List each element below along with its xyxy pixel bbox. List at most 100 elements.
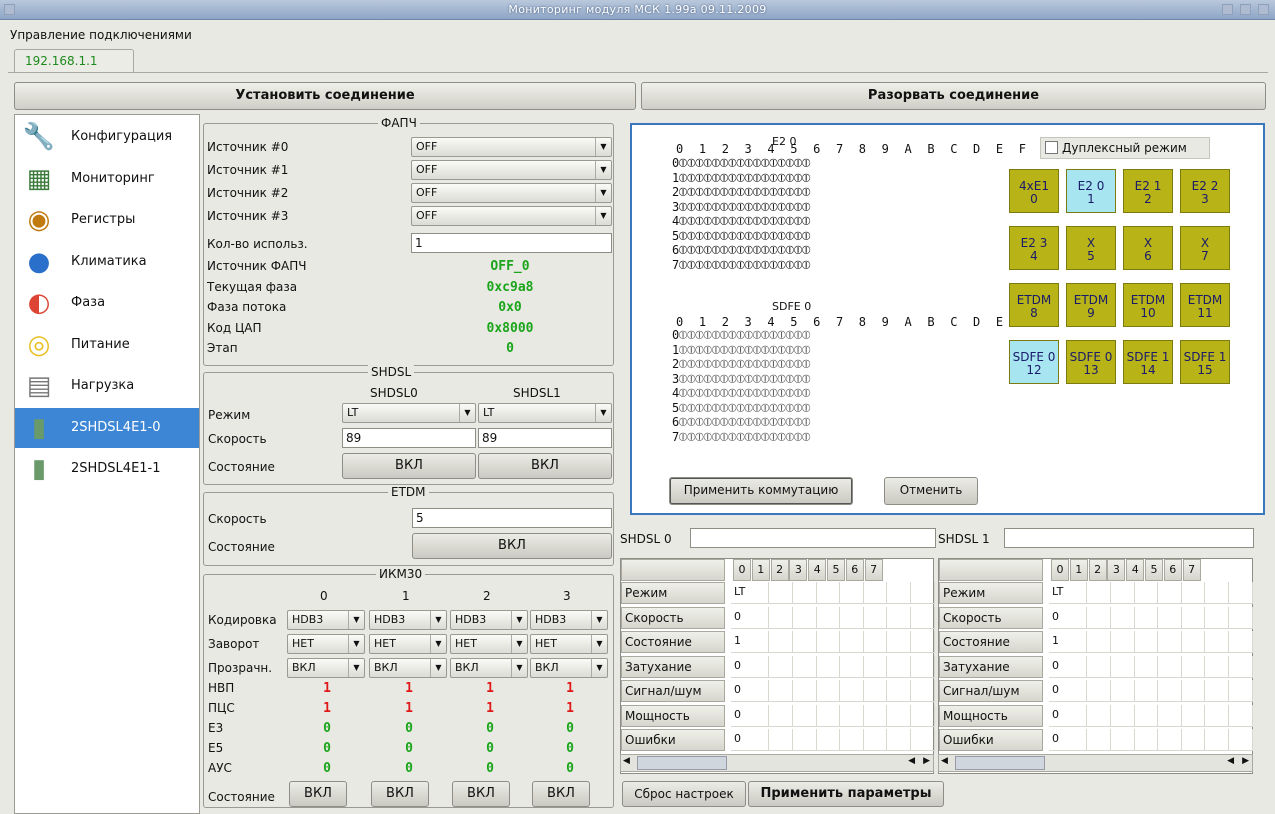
port-cell[interactable]: E2 12 [1123, 169, 1173, 213]
port-cell[interactable]: SDFE 0 12 [1009, 340, 1059, 384]
table-cell[interactable] [1087, 680, 1111, 702]
switch-dots[interactable]: ⦶⦶⦶⦶⦶⦶⦶⦶⦶⦶⦶⦶⦶⦶⦶⦶ [679, 200, 811, 214]
e20-matrix-row[interactable]: 0⦶⦶⦶⦶⦶⦶⦶⦶⦶⦶⦶⦶⦶⦶⦶⦶ [672, 156, 811, 171]
table-cell[interactable] [1087, 631, 1111, 653]
table-cell[interactable] [1228, 704, 1253, 727]
port-cell[interactable]: X6 [1123, 226, 1173, 270]
table-cell[interactable] [769, 606, 793, 629]
shdsl1-speed-input[interactable]: 89 [478, 428, 612, 448]
port-cell[interactable]: ETDM 11 [1180, 283, 1230, 327]
table-cell[interactable] [863, 655, 888, 678]
pll-source-select[interactable]: OFF ▼ [411, 160, 612, 180]
switch-dots[interactable]: ⦶⦶⦶⦶⦶⦶⦶⦶⦶⦶⦶⦶⦶⦶⦶⦶ [679, 372, 811, 386]
table-cell[interactable] [792, 704, 817, 727]
horizontal-scrollbar[interactable]: ◀ ◀ ▶ [938, 754, 1253, 772]
table-cell[interactable] [816, 606, 841, 629]
reset-settings-button[interactable]: Сброс настроек [622, 781, 746, 807]
table-cell[interactable] [1134, 631, 1159, 653]
port-cell[interactable]: ETDM 8 [1009, 283, 1059, 327]
table-cell[interactable] [887, 582, 911, 604]
table-cell[interactable] [839, 631, 864, 653]
switch-dots[interactable]: ⦶⦶⦶⦶⦶⦶⦶⦶⦶⦶⦶⦶⦶⦶⦶⦶ [679, 386, 811, 400]
shdsl0-speed-input[interactable]: 89 [342, 428, 476, 448]
shdsl-table-filter-input[interactable] [1004, 528, 1254, 548]
ikm-coding-select[interactable]: HDB3 ▼ [369, 610, 447, 630]
disconnect-button[interactable]: Разорвать соединение [641, 82, 1266, 110]
table-cell[interactable] [910, 704, 935, 727]
port-cell[interactable]: SDFE 1 14 [1123, 340, 1173, 384]
table-cell[interactable] [839, 704, 864, 727]
pll-source-select[interactable]: OFF ▼ [411, 137, 612, 157]
table-cell[interactable] [1205, 606, 1229, 629]
close-icon[interactable] [1258, 4, 1269, 15]
scroll-left-icon[interactable]: ◀ [623, 756, 630, 766]
switch-dots[interactable]: ⦶⦶⦶⦶⦶⦶⦶⦶⦶⦶⦶⦶⦶⦶⦶⦶ [679, 243, 811, 257]
table-cell[interactable] [769, 631, 793, 653]
shdsl1-state-button[interactable]: ВКЛ [478, 453, 612, 479]
ikm-state-button[interactable]: ВКЛ [532, 781, 590, 807]
sidebar-item-регистры[interactable]: ◉ Регистры [15, 200, 199, 240]
table-cell[interactable] [1228, 680, 1253, 702]
table-cell[interactable] [769, 704, 793, 727]
row-header[interactable]: Затухание [621, 655, 725, 678]
maximize-icon[interactable] [1240, 4, 1251, 15]
duplex-checkbox[interactable]: Дуплексный режим [1040, 137, 1210, 159]
cancel-switching-button[interactable]: Отменить [884, 477, 978, 505]
table-cell[interactable] [1134, 606, 1159, 629]
ikm-loop-select[interactable]: НЕТ ▼ [450, 634, 528, 654]
ikm-state-button[interactable]: ВКЛ [452, 781, 510, 807]
horizontal-scrollbar[interactable]: ◀ ◀ ▶ [620, 754, 934, 772]
etdm-speed-input[interactable]: 5 [412, 508, 612, 528]
ikm-coding-select[interactable]: HDB3 ▼ [530, 610, 608, 630]
table-cell[interactable] [1157, 680, 1182, 702]
sdfe-matrix-row[interactable]: 7⦶⦶⦶⦶⦶⦶⦶⦶⦶⦶⦶⦶⦶⦶⦶⦶ [672, 430, 811, 445]
sidebar-item-2shdsl4e1-0[interactable]: ▮ 2SHDSL4E1-0 [15, 407, 199, 448]
table-cell[interactable] [1205, 729, 1229, 751]
column-header[interactable]: 3 [1107, 559, 1126, 581]
row-header[interactable]: Ошибки [621, 729, 725, 751]
e20-matrix-row[interactable]: 3⦶⦶⦶⦶⦶⦶⦶⦶⦶⦶⦶⦶⦶⦶⦶⦶ [672, 200, 811, 215]
table-cell[interactable] [887, 680, 911, 702]
port-cell[interactable]: ETDM 10 [1123, 283, 1173, 327]
ikm-transp-select[interactable]: ВКЛ ▼ [530, 658, 608, 678]
etdm-state-button[interactable]: ВКЛ [412, 533, 612, 559]
row-header[interactable]: Состояние [939, 631, 1043, 653]
ikm-transp-select[interactable]: ВКЛ ▼ [287, 658, 365, 678]
table-cell[interactable] [1157, 582, 1182, 604]
pll-source-select[interactable]: OFF ▼ [411, 183, 612, 203]
table-cell[interactable] [839, 606, 864, 629]
table-cell[interactable] [887, 704, 911, 727]
sidebar-item-конфигурация[interactable]: 🔧 Конфигурация [15, 117, 199, 157]
table-cell[interactable] [1205, 655, 1229, 678]
table-cell[interactable] [1110, 729, 1135, 751]
row-header[interactable]: Ошибки [939, 729, 1043, 751]
port-cell[interactable]: E2 34 [1009, 226, 1059, 270]
table-cell[interactable] [1181, 606, 1206, 629]
table-cell[interactable]: 0 [1049, 704, 1087, 727]
table-cell[interactable] [1181, 631, 1206, 653]
shdsl0-mode-select[interactable]: LT ▼ [342, 403, 476, 423]
table-cell[interactable] [863, 606, 888, 629]
port-cell[interactable]: SDFE 1 15 [1180, 340, 1230, 384]
sdfe-matrix-row[interactable]: 1⦶⦶⦶⦶⦶⦶⦶⦶⦶⦶⦶⦶⦶⦶⦶⦶ [672, 343, 811, 358]
table-cell[interactable] [792, 606, 817, 629]
table-cell[interactable] [1110, 704, 1135, 727]
table-cell[interactable] [1228, 606, 1253, 629]
column-header[interactable]: 0 [1051, 559, 1069, 581]
table-cell[interactable] [769, 655, 793, 678]
table-cell[interactable] [910, 680, 935, 702]
ikm-transp-select[interactable]: ВКЛ ▼ [369, 658, 447, 678]
apply-params-button[interactable]: Применить параметры [748, 781, 944, 807]
sidebar-item-питание[interactable]: ◎ Питание [15, 325, 199, 365]
table-cell[interactable] [839, 582, 864, 604]
column-header[interactable]: 5 [827, 559, 845, 581]
table-cell[interactable] [816, 680, 841, 702]
e20-matrix-row[interactable]: 2⦶⦶⦶⦶⦶⦶⦶⦶⦶⦶⦶⦶⦶⦶⦶⦶ [672, 185, 811, 200]
table-cell[interactable]: 1 [731, 631, 769, 653]
table-cell[interactable] [887, 631, 911, 653]
table-cell[interactable] [1110, 680, 1135, 702]
table-cell[interactable] [1087, 704, 1111, 727]
e20-matrix-row[interactable]: 7⦶⦶⦶⦶⦶⦶⦶⦶⦶⦶⦶⦶⦶⦶⦶⦶ [672, 258, 811, 273]
row-header[interactable]: Сигнал/шум [621, 680, 725, 702]
column-header[interactable]: 7 [864, 559, 883, 581]
